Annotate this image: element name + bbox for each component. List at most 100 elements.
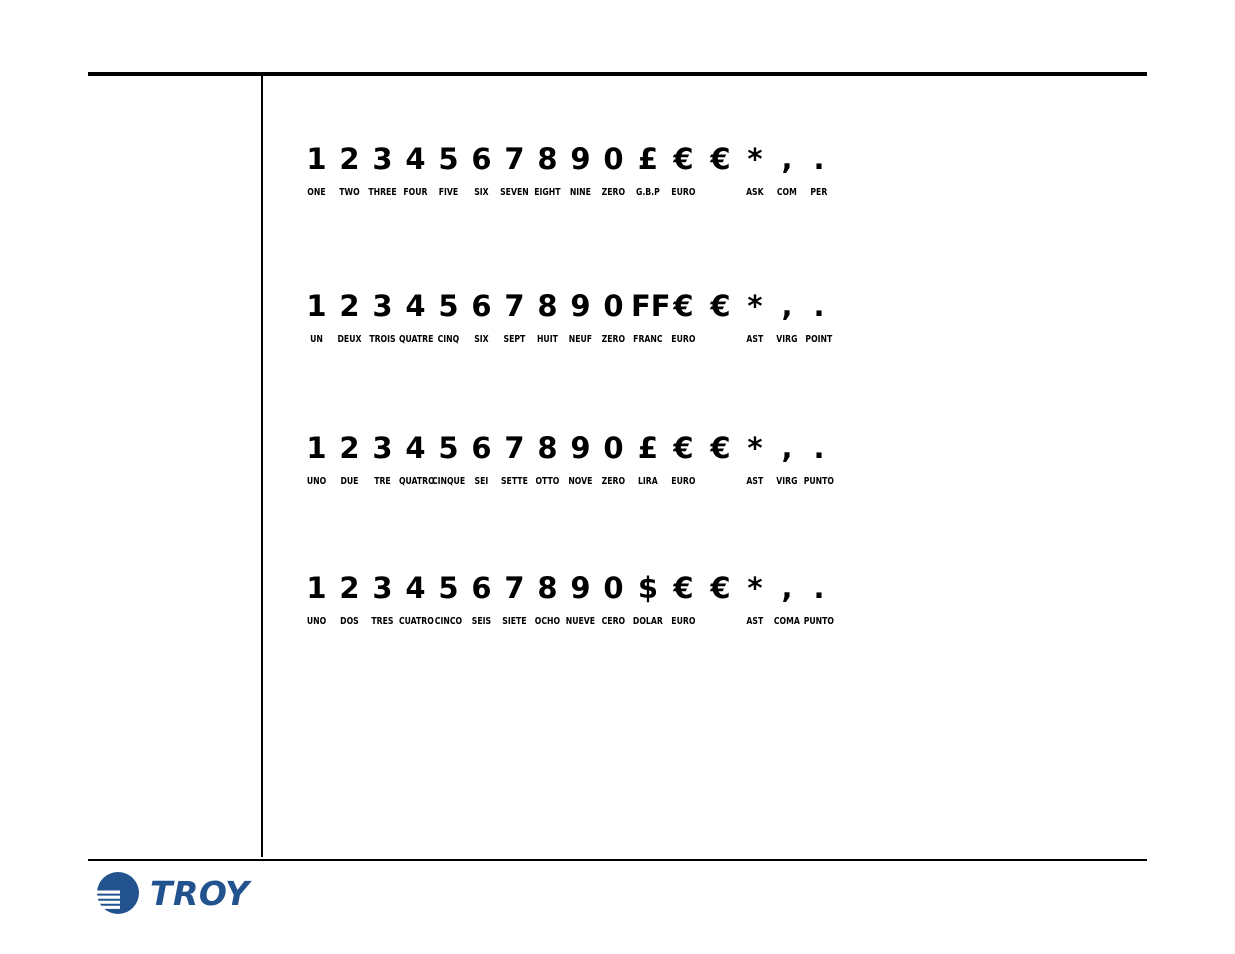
glyph-caption: THREE: [368, 187, 397, 198]
glyph-caption: VIRG: [776, 334, 798, 345]
glyph-line: 1 2 3 4 5 6 7 8 9 0 £ € € *,.: [262, 431, 835, 465]
glyph: £: [637, 142, 659, 176]
glyph-line: 1 2 3 4 5 6 7 8 9 0 FF€ € *,.: [262, 289, 835, 323]
glyph: 7: [504, 142, 525, 176]
glyph: 0: [603, 571, 624, 605]
glyph-caption: ZERO: [601, 187, 626, 198]
glyph-caption: CINCO: [434, 616, 463, 627]
glyph-line: 1 2 3 4 5 6 7 8 9 0 £ € € *,.: [262, 142, 835, 176]
glyph: *: [747, 431, 763, 465]
glyph: 3: [372, 431, 393, 465]
glyph-caption: G.B.P: [635, 187, 660, 198]
glyph: 9: [570, 571, 591, 605]
glyph: €: [710, 571, 731, 605]
glyph: 7: [504, 571, 525, 605]
glyph: 9: [570, 431, 591, 465]
glyph-caption: OTTO: [535, 476, 560, 487]
glyph: ,: [781, 289, 793, 323]
glyph-caption: CINQ: [437, 334, 460, 345]
glyph-caption: CERO: [601, 616, 626, 627]
glyph-caption: AST: [746, 616, 764, 627]
glyph: .: [813, 431, 825, 465]
glyph: €: [710, 431, 731, 465]
glyph: 5: [438, 571, 459, 605]
caption-line: UNO DOS TRES CUATROCINCO SEIS SIETE OCHO NUEVE C…: [262, 615, 835, 629]
glyph: 6: [471, 571, 492, 605]
glyph-caption: FRANC: [633, 334, 663, 345]
glyph-caption: ASK: [746, 187, 764, 198]
glyph-caption: UNO: [306, 476, 327, 487]
glyph: €: [710, 142, 731, 176]
glyph-caption: SEI: [474, 476, 489, 487]
glyph-caption: ZERO: [601, 334, 626, 345]
glyph-caption: ZERO: [601, 476, 626, 487]
caption-line: ONE TWO THREE FOUR FIVE SIX SEVEN EIGHT NINE ZERO…: [262, 186, 835, 200]
glyph-caption: NUEVE: [565, 616, 596, 627]
glyph: 3: [372, 289, 393, 323]
glyph: FF: [631, 289, 671, 323]
glyph-caption: HUIT: [536, 334, 558, 345]
glyph-caption: TRES: [371, 616, 394, 627]
glyph: *: [747, 289, 763, 323]
glyph-caption: PUNTO: [803, 616, 834, 627]
glyph-caption: PER: [810, 187, 828, 198]
glyph: 2: [339, 142, 360, 176]
glyph: 1: [306, 571, 327, 605]
glyph: 4: [405, 289, 426, 323]
glyph-caption: QUATRO: [398, 476, 435, 487]
glyph: 4: [405, 431, 426, 465]
font-sample-list: 1 2 3 4 5 6 7 8 9 0 £ € € *,. ONE TWO THREE FOUR FIVE SIX SE…: [262, 76, 1147, 857]
glyph-caption: LIRA: [637, 476, 658, 487]
glyph: 6: [471, 142, 492, 176]
glyph: £: [637, 431, 659, 465]
glyph-caption: SETTE: [500, 476, 528, 487]
glyph: €: [673, 142, 694, 176]
glyph: €: [673, 571, 694, 605]
glyph-caption: QUATRE: [398, 334, 434, 345]
glyph: ,: [781, 431, 793, 465]
glyph-caption: EURO: [671, 334, 696, 345]
glyph: 5: [438, 289, 459, 323]
glyph-caption: POINT: [805, 334, 833, 345]
glyph: 4: [405, 142, 426, 176]
glyph-caption: NEUF: [568, 334, 593, 345]
glyph: ,: [781, 142, 793, 176]
glyph-caption: EURO: [671, 476, 696, 487]
glyph-caption: SIX: [474, 187, 489, 198]
caption-line: UNO DUE TRE QUATROCINQUE SEI SETTE OTTO NOVE ZER…: [262, 475, 835, 489]
glyph: 8: [537, 571, 558, 605]
troy-dome-lines-icon: [94, 872, 139, 914]
troy-wordmark: TROY: [150, 873, 250, 913]
troy-logo: TROY: [94, 869, 309, 917]
glyph: €: [673, 289, 694, 323]
footer-rule: [88, 859, 1147, 861]
glyph: .: [813, 289, 825, 323]
glyph: 2: [339, 571, 360, 605]
glyph: 0: [603, 142, 624, 176]
glyph-caption: EIGHT: [534, 187, 561, 198]
glyph-caption: DEUX: [337, 334, 362, 345]
glyph-caption: DOS: [340, 616, 359, 627]
glyph-caption: TWO: [339, 187, 360, 198]
glyph: 2: [339, 431, 360, 465]
glyph-caption: CUATRO: [398, 616, 434, 627]
glyph: 6: [471, 289, 492, 323]
glyph: €: [710, 289, 731, 323]
glyph: 3: [372, 142, 393, 176]
glyph-caption: TRE: [374, 476, 391, 487]
glyph: 3: [372, 571, 393, 605]
glyph-caption: SEPT: [503, 334, 526, 345]
glyph: 0: [603, 289, 624, 323]
glyph: 2: [339, 289, 360, 323]
glyph-caption: COM: [776, 187, 797, 198]
glyph-caption: UN: [310, 334, 323, 345]
glyph: 1: [306, 431, 327, 465]
glyph: 6: [471, 431, 492, 465]
glyph: 5: [438, 142, 459, 176]
glyph-caption: FIVE: [438, 187, 459, 198]
glyph-caption: SIETE: [502, 616, 527, 627]
glyph-caption: NOVE: [568, 476, 593, 487]
glyph: *: [747, 571, 763, 605]
glyph: 1: [306, 142, 327, 176]
glyph-caption: NINE: [569, 187, 591, 198]
